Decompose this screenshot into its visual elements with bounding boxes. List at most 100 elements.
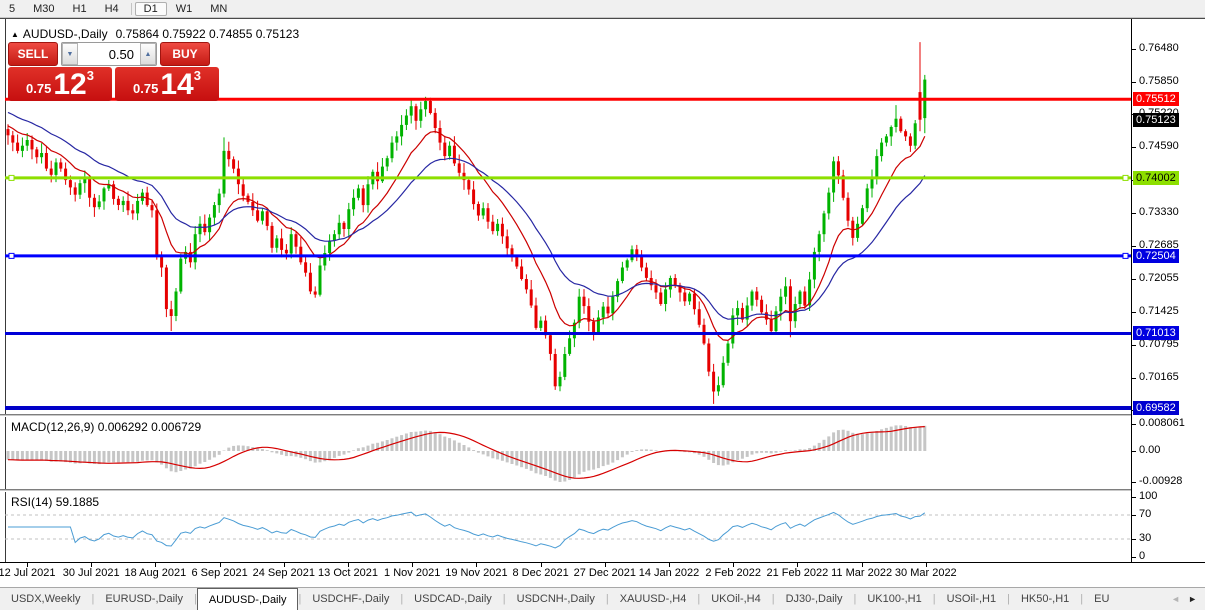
price-tick-label-tick (1132, 246, 1136, 247)
date-label: 12 Jul 2021 (0, 567, 55, 579)
chart-tab-eurusd-daily[interactable]: EURUSD-,Daily (94, 588, 194, 610)
chart-tab-usoil-h1[interactable]: USOil-,H1 (936, 588, 1008, 610)
date-label: 2 Feb 2022 (705, 567, 761, 579)
volume-decrease-icon[interactable]: ▼ (62, 43, 78, 65)
sell-price-display[interactable]: 0.75 12 3 (8, 67, 112, 101)
date-label: 19 Nov 2021 (445, 567, 507, 579)
trading-terminal: 5M30H1H4 D1W1MN ▲ AUDUSD-,Daily 0.75864 0.7… (0, 0, 1205, 610)
chart-tab-eu[interactable]: EU (1083, 588, 1120, 610)
date-label: 6 Sep 2021 (191, 567, 247, 579)
buy-price-pipette: 3 (194, 68, 201, 83)
sell-price-big-digits: 12 (53, 71, 86, 99)
timeframe-button-M30[interactable]: M30 (24, 2, 63, 16)
price-tick-label: 0.73330 (1139, 206, 1179, 218)
one-click-trade-panel: SELL ▼ ▲ BUY 0.75 12 3 0.75 14 3 (8, 42, 219, 101)
volume-increase-icon[interactable]: ▲ (140, 43, 156, 65)
date-label: 18 Aug 2021 (124, 567, 186, 579)
volume-input[interactable] (78, 43, 140, 65)
date-label: 30 Jul 2021 (63, 567, 120, 579)
price-badge: 0.75512 (1133, 92, 1179, 106)
date-label: 8 Dec 2021 (512, 567, 568, 579)
tab-scroll-arrows: ◄ ► (1167, 588, 1205, 610)
price-tick-label: 0.71425 (1139, 305, 1179, 317)
chart-tab-uk100-h1[interactable]: UK100-,H1 (856, 588, 932, 610)
sell-button[interactable]: SELL (8, 42, 58, 66)
price-tick-label: 0.74590 (1139, 140, 1179, 152)
price-tick-label-tick (1132, 147, 1136, 148)
rsi-line (8, 512, 925, 548)
price-badge: 0.69582 (1133, 401, 1179, 415)
price-tick-label: 0.72055 (1139, 272, 1179, 284)
chart-tab-usdcnh-daily[interactable]: USDCNH-,Daily (506, 588, 606, 610)
chart-tab-usdx-weekly[interactable]: USDX,Weekly (0, 588, 91, 610)
panel-divider[interactable] (0, 414, 1205, 417)
macd-tick-label-tick (1132, 482, 1136, 483)
rsi-tick-label-tick (1132, 515, 1136, 516)
buy-price-display[interactable]: 0.75 14 3 (115, 67, 219, 101)
macd-signal-line (8, 427, 925, 479)
macd-tick-label-tick (1132, 451, 1136, 452)
chart-tab-usdcad-daily[interactable]: USDCAD-,Daily (403, 588, 503, 610)
macd-label: MACD(12,26,9) 0.006292 0.006729 (11, 420, 201, 434)
macd-tick-label: 0.008061 (1139, 417, 1185, 429)
rsi-tick-label: 100 (1139, 490, 1157, 502)
ohlc-readout: 0.75864 0.75922 0.74855 0.75123 (116, 27, 300, 41)
rsi-tick-label: 70 (1139, 508, 1151, 520)
price-tick-label: 0.70165 (1139, 371, 1179, 383)
price-tick-label-tick (1132, 279, 1136, 280)
rsi-tick-label: 0 (1139, 550, 1145, 562)
sell-price-prefix: 0.75 (26, 81, 51, 96)
timeframe-button-D1[interactable]: D1 (135, 2, 167, 16)
timeframe-button-W1[interactable]: W1 (167, 2, 202, 16)
chart-title: ▲ AUDUSD-,Daily 0.75864 0.75922 0.74855 0.… (11, 27, 299, 41)
timeframe-button-H1[interactable]: H1 (64, 2, 96, 16)
sell-price-pipette: 3 (87, 68, 94, 83)
macd-tick-label: 0.00 (1139, 444, 1160, 456)
symbol-name: AUDUSD-,Daily (23, 27, 108, 41)
rsi-tick-label-tick (1132, 497, 1136, 498)
date-label: 27 Dec 2021 (574, 567, 636, 579)
chart-tab-usdchf-daily[interactable]: USDCHF-,Daily (301, 588, 400, 610)
timeframe-button-5[interactable]: 5 (0, 2, 24, 16)
ema-fast-line (8, 126, 925, 341)
price-tick-label: 0.76480 (1139, 42, 1179, 54)
time-axis[interactable]: 12 Jul 2021 30 Jul 2021 18 Aug 2021 6 Sep 2… (0, 562, 1205, 583)
chart-tab-dj30-daily[interactable]: DJ30-,Daily (775, 588, 854, 610)
price-badge: 0.71013 (1133, 326, 1179, 340)
date-label: 30 Mar 2022 (895, 567, 957, 579)
tab-scroll-right-icon[interactable]: ► (1184, 594, 1201, 604)
rsi-tick-label-tick (1132, 557, 1136, 558)
chart-tab-xauusd-h4[interactable]: XAUUSD-,H4 (609, 588, 698, 610)
price-scale[interactable]: 0.764800.758500.752200.745900.739600.733… (1131, 19, 1205, 562)
rsi-label: RSI(14) 59.1885 (11, 495, 99, 509)
macd-tick-label: -0.00928 (1139, 475, 1182, 487)
symbol-marker-icon: ▲ (11, 30, 19, 39)
chart-tab-hk50-h1[interactable]: HK50-,H1 (1010, 588, 1080, 610)
timeframe-button-MN[interactable]: MN (201, 2, 236, 16)
chart-tab-ukoil-h4[interactable]: UKOil-,H4 (700, 588, 772, 610)
timeframe-toolbar[interactable]: 5M30H1H4 D1W1MN (0, 0, 1205, 18)
price-badge: 0.74002 (1133, 171, 1179, 185)
date-label: 14 Jan 2022 (639, 567, 700, 579)
symbol-tabs: USDX,Weekly|EURUSD-,Daily|AUDUSD-,Daily|… (0, 588, 1120, 610)
rsi-tick-label-tick (1132, 539, 1136, 540)
date-label: 21 Feb 2022 (767, 567, 829, 579)
price-tick-label-tick (1132, 312, 1136, 313)
buy-button[interactable]: BUY (160, 42, 210, 66)
tab-scroll-left-icon[interactable]: ◄ (1167, 594, 1184, 604)
date-label: 13 Oct 2021 (318, 567, 378, 579)
price-tick-label-tick (1132, 213, 1136, 214)
ema-slow-line (8, 112, 925, 319)
price-tick-label: 0.75850 (1139, 75, 1179, 87)
date-label: 1 Nov 2021 (384, 567, 440, 579)
price-badge: 0.75123 (1133, 113, 1179, 127)
panel-divider[interactable] (0, 489, 1205, 492)
chart-tab-audusd-daily[interactable]: AUDUSD-,Daily (197, 588, 299, 610)
buy-price-prefix: 0.75 (133, 81, 158, 96)
rsi-tick-label: 30 (1139, 532, 1151, 544)
timeframe-button-H4[interactable]: H4 (96, 2, 128, 16)
price-tick-label-tick (1132, 378, 1136, 379)
macd-tick-label-tick (1132, 424, 1136, 425)
price-tick-label-tick (1132, 345, 1136, 346)
toolbar-separator (131, 3, 132, 15)
